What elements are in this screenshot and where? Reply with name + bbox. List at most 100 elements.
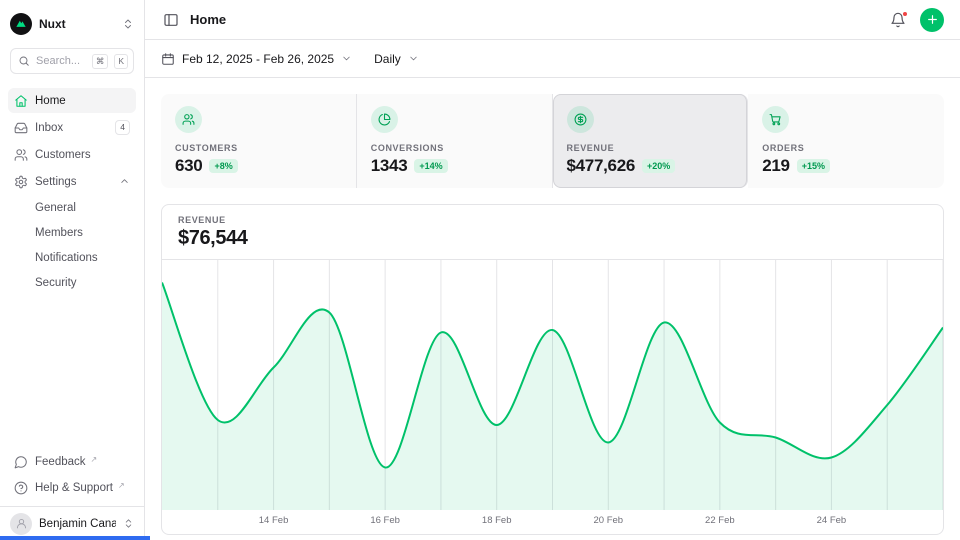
sidebar-item-home[interactable]: Home <box>8 88 136 113</box>
stat-delta-badge: +20% <box>642 159 675 173</box>
date-range-label: Feb 12, 2025 - Feb 26, 2025 <box>182 52 334 66</box>
sidebar-child-label: Security <box>35 277 77 289</box>
stat-value: 630 <box>175 156 202 176</box>
stat-value: 219 <box>762 156 789 176</box>
stats-row: CUSTOMERS 630 +8% CONVERSIONS 1343 +14% <box>161 94 944 188</box>
bottom-blue-bar <box>0 536 150 540</box>
stat-icon-circle <box>762 106 789 133</box>
granularity-select[interactable]: Daily <box>374 52 419 66</box>
calendar-icon <box>161 52 175 66</box>
notification-dot <box>902 11 908 17</box>
kbd-k: K <box>114 54 128 69</box>
panel-left-icon <box>163 12 179 28</box>
sidebar-item-members[interactable]: Members <box>8 221 136 244</box>
avatar <box>10 513 32 535</box>
sidebar-item-inbox[interactable]: Inbox 4 <box>8 115 136 140</box>
chart-header: REVENUE $76,544 <box>162 205 943 260</box>
page-title: Home <box>190 12 226 27</box>
search-input[interactable]: ⌘ K <box>10 48 134 74</box>
chart-title: REVENUE <box>178 215 927 225</box>
x-axis-label: 24 Feb <box>817 515 847 526</box>
add-button[interactable] <box>920 8 944 32</box>
sidebar-item-security[interactable]: Security <box>8 271 136 294</box>
sidebar: Nuxt ⌘ K Home Inbox 4 Customers Settings… <box>0 0 145 540</box>
revenue-area-chart[interactable] <box>162 260 943 510</box>
message-bubble-icon <box>14 455 28 469</box>
chevrons-up-down-icon <box>123 518 134 529</box>
search-field[interactable] <box>36 55 86 67</box>
x-axis: 14 Feb16 Feb18 Feb20 Feb22 Feb24 Feb <box>162 510 943 534</box>
stat-label: ORDERS <box>762 143 930 153</box>
workspace-name: Nuxt <box>39 17 115 31</box>
user-name: Benjamin Canac <box>39 518 116 530</box>
filters-toolbar: Feb 12, 2025 - Feb 26, 2025 Daily <box>145 40 960 78</box>
help-circle-icon <box>14 481 28 495</box>
stat-card-revenue[interactable]: REVENUE $477,626 +20% <box>553 94 749 188</box>
nuxt-logo-icon <box>10 13 32 35</box>
stat-label: REVENUE <box>567 143 734 153</box>
help-support-label: Help & Support <box>35 481 113 495</box>
stat-card-customers[interactable]: CUSTOMERS 630 +8% <box>161 94 357 188</box>
stat-value: $477,626 <box>567 156 636 176</box>
users-icon <box>14 148 28 162</box>
chevrons-up-down-icon <box>122 18 134 30</box>
page-content: CUSTOMERS 630 +8% CONVERSIONS 1343 +14% <box>145 78 960 540</box>
chart-current-value: $76,544 <box>178 227 927 250</box>
notifications-button[interactable] <box>888 10 908 30</box>
sidebar-child-label: Notifications <box>35 252 98 264</box>
external-link-icon: ↗ <box>118 479 125 493</box>
stat-delta-badge: +15% <box>797 159 830 173</box>
stat-label: CONVERSIONS <box>371 143 538 153</box>
stat-icon-circle <box>567 106 594 133</box>
stat-delta-badge: +14% <box>414 159 447 173</box>
stat-delta-badge: +8% <box>209 159 237 173</box>
gear-icon <box>14 175 28 189</box>
chart-pie-icon <box>378 113 391 126</box>
sidebar-item-customers[interactable]: Customers <box>8 142 136 167</box>
users-icon <box>182 113 195 126</box>
sidebar-item-label: Home <box>35 95 130 107</box>
sidebar-spacer <box>0 294 144 450</box>
stat-card-conversions[interactable]: CONVERSIONS 1343 +14% <box>357 94 553 188</box>
sidebar-item-notifications[interactable]: Notifications <box>8 246 136 269</box>
sidebar-item-label: Customers <box>35 149 130 161</box>
sidebar-item-settings[interactable]: Settings <box>8 169 136 194</box>
stat-icon-circle <box>371 106 398 133</box>
collapse-sidebar-button[interactable] <box>161 10 181 30</box>
inbox-icon <box>14 121 28 135</box>
stat-card-orders[interactable]: ORDERS 219 +15% <box>748 94 944 188</box>
date-range-picker[interactable]: Feb 12, 2025 - Feb 26, 2025 <box>161 52 352 66</box>
kbd-cmd: ⌘ <box>92 54 109 69</box>
sidebar-nav: Home Inbox 4 Customers Settings General … <box>8 88 136 294</box>
header-actions <box>888 8 944 32</box>
dollar-circle-icon <box>574 113 587 126</box>
x-axis-label: 16 Feb <box>370 515 400 526</box>
stat-value: 1343 <box>371 156 408 176</box>
sidebar-item-general[interactable]: General <box>8 196 136 219</box>
x-axis-label: 18 Feb <box>482 515 512 526</box>
sidebar-item-label: Inbox <box>35 122 108 134</box>
search-icon <box>18 55 30 67</box>
user-menu[interactable]: Benjamin Canac <box>0 506 144 540</box>
plus-icon <box>926 13 939 26</box>
chevron-down-icon <box>341 53 352 64</box>
feedback-link[interactable]: Feedback ↗ <box>8 450 136 474</box>
x-axis-label: 20 Feb <box>593 515 623 526</box>
stat-icon-circle <box>175 106 202 133</box>
external-link-icon: ↗ <box>91 453 98 467</box>
workspace-switcher[interactable]: Nuxt <box>10 10 134 38</box>
granularity-label: Daily <box>374 52 401 66</box>
page-header: Home <box>145 0 960 40</box>
home-icon <box>14 94 28 108</box>
sidebar-item-label: Settings <box>35 176 112 188</box>
help-support-link[interactable]: Help & Support ↗ <box>8 476 136 500</box>
sidebar-child-label: General <box>35 202 76 214</box>
chart-svg <box>162 260 943 510</box>
main-area: Home Feb 12, 2025 - Feb 26, 2025 Daily <box>145 0 960 540</box>
stat-label: CUSTOMERS <box>175 143 342 153</box>
x-axis-label: 22 Feb <box>705 515 735 526</box>
chevron-down-icon <box>408 53 419 64</box>
sidebar-child-label: Members <box>35 227 83 239</box>
inbox-count-badge: 4 <box>115 120 130 135</box>
chevron-up-icon <box>119 176 130 187</box>
